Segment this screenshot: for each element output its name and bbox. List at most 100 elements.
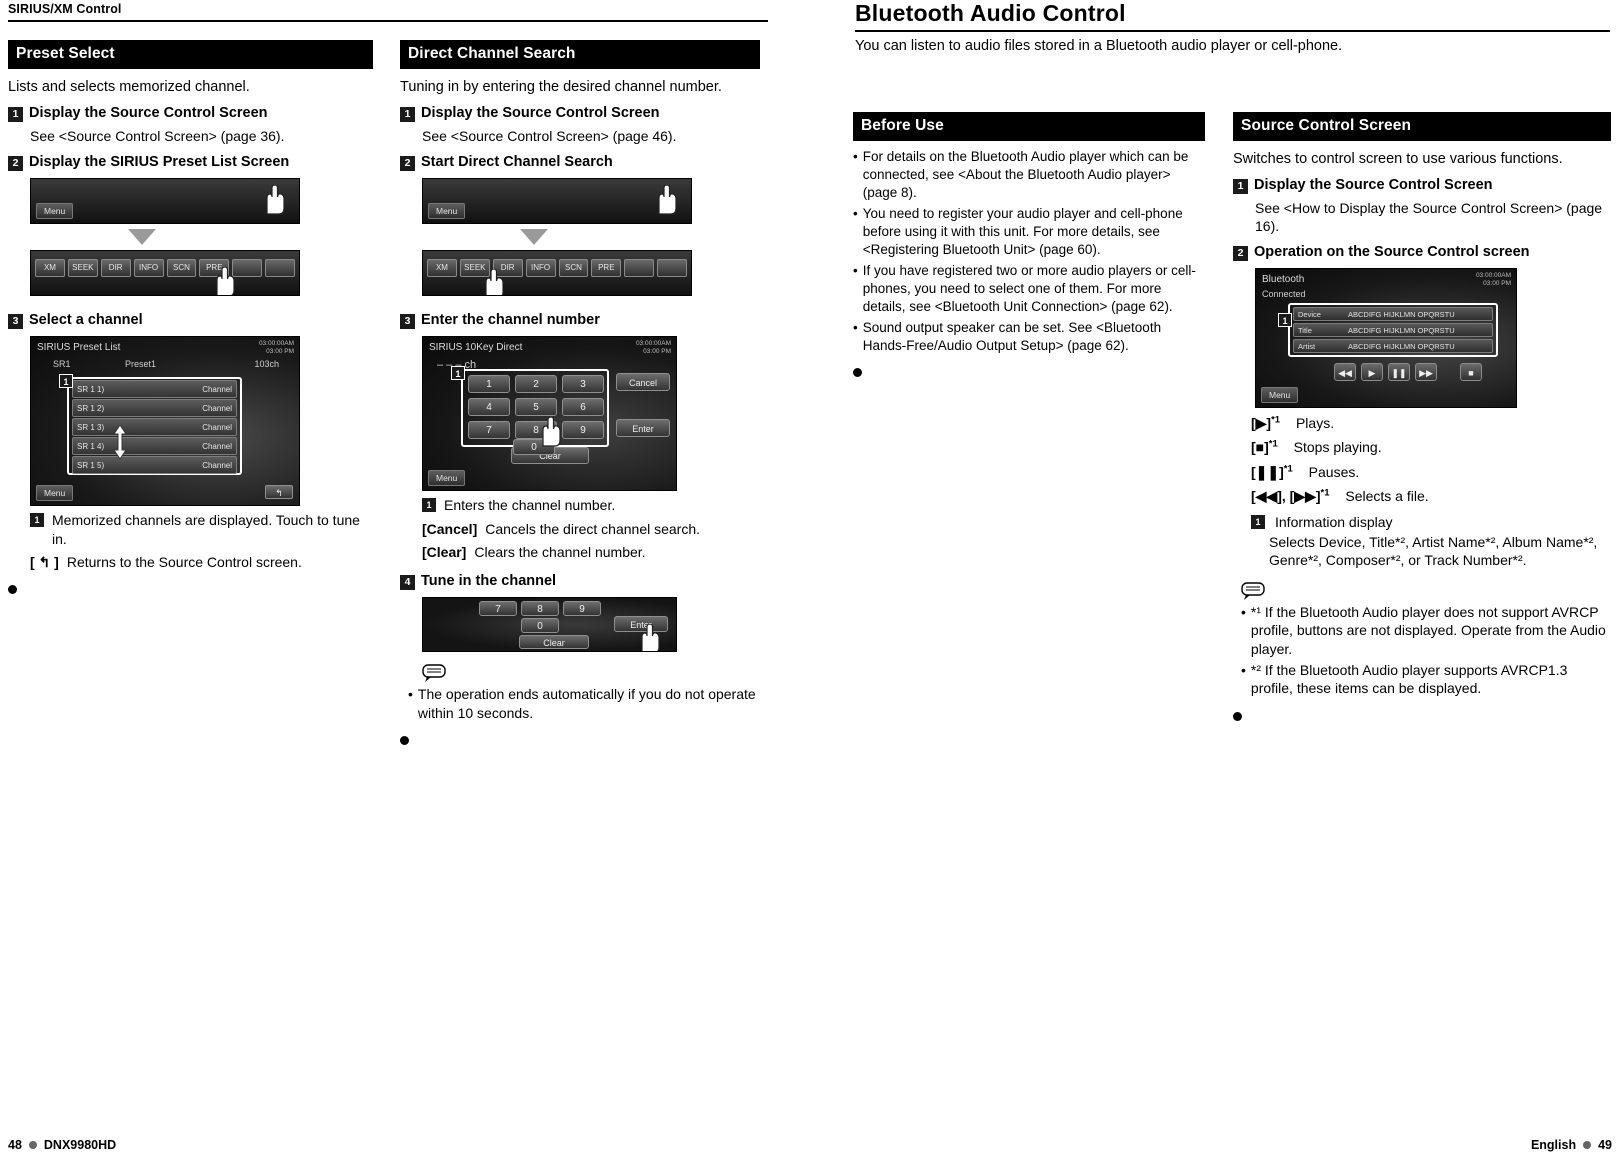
step-title: Display the SIRIUS Preset List Screen (29, 153, 290, 170)
key-7: 7 (479, 601, 517, 617)
preset-select-column: Preset Select Lists and selects memorize… (8, 40, 373, 595)
lcd-status: Connected (1262, 289, 1306, 300)
callout-1: 1 (1278, 313, 1292, 328)
key-1: 1 (468, 375, 510, 394)
step-4: 4 Tune in the channel (400, 573, 760, 591)
step-number: 1 (400, 107, 415, 123)
lcd-bluetooth-source-control: Bluetooth 03:00:00AM 03:00 PM Connected … (1255, 268, 1517, 409)
bullet-glyph: • (853, 262, 858, 278)
step-3: 3 Select a channel (8, 312, 373, 330)
return-key-label: [ ↰ ] (30, 553, 59, 570)
bullet-glyph: • (1241, 603, 1246, 620)
lcd-menu-key: Menu (428, 203, 466, 220)
hand-pointer-icon (535, 417, 561, 448)
next-track-icon: ▶▶ (1415, 363, 1437, 382)
lcd-channel-label: 103ch (254, 359, 279, 370)
info-display-entry: 1 Information display (1251, 513, 1611, 531)
lcd-btn-extra2 (657, 259, 687, 278)
bullet-text: For details on the Bluetooth Audio playe… (862, 149, 1189, 200)
key-label: [■] (1251, 439, 1269, 456)
lcd-source-control-buttons: XM SEEK DIR INFO SCN PRE (30, 250, 300, 297)
step-number: 1 (8, 107, 23, 123)
key-0: 0 (521, 618, 559, 634)
step-title: Display the Source Control Screen (29, 105, 268, 122)
key-desc: Selects a file. (1345, 487, 1429, 504)
step-1-reference: See <How to Display the Source Control S… (1255, 199, 1603, 234)
before-use-bullet: • If you have registered two or more aud… (853, 262, 1205, 316)
key-footnote: *1 (1271, 414, 1281, 426)
footnote-text: *¹ If the Bluetooth Audio player does no… (1250, 603, 1606, 657)
callout-1: 1 (451, 366, 465, 381)
preset-row-right: Channel (202, 422, 232, 432)
step-title: Tune in the channel (421, 573, 557, 590)
source-control-column: Source Control Screen Switches to contro… (1233, 112, 1611, 721)
lcd-band-label: SR1 (53, 359, 71, 370)
section-end-dot (853, 368, 862, 378)
definition-text: Clears the channel number. (474, 543, 646, 560)
section-title-source-control: Source Control Screen (1233, 112, 1611, 141)
key-desc: Plays. (1295, 415, 1335, 432)
callout-badge: 1 (30, 513, 44, 528)
lcd-preset-row: SR 1 4) Channel (72, 437, 237, 456)
stop-icon: ■ (1460, 363, 1482, 382)
bullet-glyph: • (1241, 662, 1246, 678)
title-rule (855, 30, 1610, 32)
info-row-label: Title (1298, 325, 1312, 335)
step-2: 2 Display the SIRIUS Preset List Screen (8, 154, 373, 171)
step-number: 1 (1233, 179, 1248, 195)
lcd-sirius-preset-list: SIRIUS Preset List 03:00:00AM 03:00 PM S… (30, 336, 300, 507)
lcd-info-row: Device ABCDIFG HIJKLMN OPQRSTU (1293, 307, 1493, 322)
lcd-btn-info: INFO (133, 259, 164, 278)
definition-callout-1: 1 Enters the channel number. (422, 496, 760, 514)
key-3: 3 (562, 375, 604, 394)
note-text: Memorized channels are displayed. Touch … (52, 512, 360, 547)
bullet-glyph: • (853, 319, 858, 335)
lcd-btn-seek: SEEK (67, 259, 98, 278)
section-end-dot (8, 585, 17, 595)
preset-row-right: Channel (202, 441, 232, 451)
lcd-preset-label: Preset1 (125, 359, 157, 370)
before-use-bullet: • For details on the Bluetooth Audio pla… (853, 148, 1205, 202)
note-return-key: [ ↰ ] Returns to the Source Control scre… (30, 553, 373, 571)
preset-row-right: Channel (202, 403, 232, 413)
step-number: 2 (8, 155, 23, 171)
bullet-glyph: • (853, 205, 858, 221)
lcd-info-box: Device ABCDIFG HIJKLMN OPQRSTU Title ABC… (1288, 303, 1498, 358)
language-label: English (1530, 1138, 1577, 1152)
step-2: 2 Operation on the Source Control screen (1233, 244, 1611, 261)
preset-row-left: SR 1 2) (77, 403, 105, 413)
step-1-reference: See <Source Control Screen> (page 36). (30, 127, 285, 144)
footnote-2: • *² If the Bluetooth Audio player suppo… (1241, 661, 1611, 698)
section-title-before-use: Before Use (853, 112, 1205, 141)
callout-1: 1 (59, 374, 73, 389)
info-row-label: Artist (1298, 341, 1316, 351)
bullet-text: Sound output speaker can be set. See <Bl… (862, 319, 1162, 353)
step-number: 2 (400, 155, 415, 171)
preset-row-left: SR 1 5) (77, 460, 105, 470)
bullet-glyph: • (853, 149, 858, 164)
key-5: 5 (515, 398, 557, 417)
hand-pointer-icon (107, 425, 133, 460)
page-title: Bluetooth Audio Control (855, 0, 1126, 26)
key-6: 6 (562, 398, 604, 417)
step-title: Operation on the Source Control screen (1254, 243, 1530, 260)
preset-select-intro: Lists and selects memorized channel. (8, 79, 250, 95)
lcd-button-row: XM SEEK DIR INFO SCN PRE (35, 259, 295, 278)
definition-term: [Cancel] (422, 520, 478, 537)
header-rule (8, 20, 768, 22)
left-page: SIRIUS/XM Control Preset Select Lists an… (0, 0, 810, 1162)
note-bullet: • The operation ends automatically if yo… (408, 685, 760, 722)
lcd-preset-row: SR 1 5) Channel (72, 456, 237, 475)
key-enter: Enter (616, 419, 670, 438)
step-number: 4 (400, 575, 415, 591)
lcd-transport-controls: ◀◀ ▶ ❚❚ ▶▶ ■ (1334, 363, 1482, 382)
step-number: 2 (1233, 245, 1248, 261)
lcd-source-control-top: Menu (30, 178, 300, 225)
direct-channel-search-column: Direct Channel Search Tuning in by enter… (400, 40, 760, 746)
lcd-btn-info: INFO (525, 259, 556, 278)
lcd-preset-row: SR 1 2) Channel (72, 399, 237, 418)
lcd-menu-key: Menu (36, 485, 74, 502)
preset-row-left: SR 1 4) (77, 441, 105, 451)
step-2: 2 Start Direct Channel Search (400, 154, 760, 171)
step-title: Enter the channel number (421, 312, 600, 329)
